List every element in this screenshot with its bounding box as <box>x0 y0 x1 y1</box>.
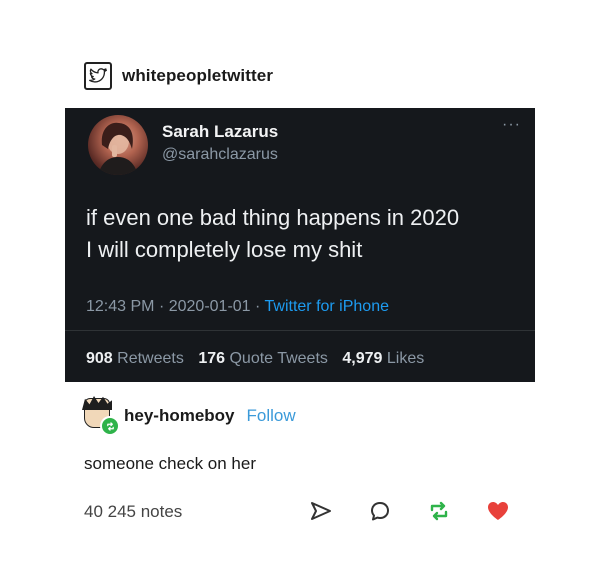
tweet-meta: 12:43 PM · 2020-01-01 · Twitter for iPho… <box>86 298 389 316</box>
tweet-text: if even one bad thing happens in 2020 I … <box>86 202 526 266</box>
retweets-stat[interactable]: 908 Retweets <box>86 350 188 367</box>
tweet-avatar[interactable] <box>88 115 148 175</box>
post-actions <box>308 498 511 524</box>
tweet-display-name[interactable]: Sarah Lazarus <box>162 122 278 142</box>
share-icon[interactable] <box>308 498 334 524</box>
tweet-handle[interactable]: @sarahclazarus <box>162 146 278 164</box>
reply-blog-name[interactable]: hey-homeboy <box>124 406 235 426</box>
retweets-count: 908 <box>86 350 113 367</box>
likes-count: 4,979 <box>342 350 383 367</box>
embedded-tweet: Sarah Lazarus @sarahclazarus ··· if even… <box>65 108 535 382</box>
meta-separator: · <box>158 298 165 315</box>
quote-tweets-stat[interactable]: 176 Quote Tweets <box>198 350 332 367</box>
tweet-text-line: I will completely lose my shit <box>86 237 363 262</box>
more-options-icon[interactable]: ··· <box>502 116 521 134</box>
follow-button[interactable]: Follow <box>247 406 296 426</box>
reply-body: someone check on her <box>84 454 256 473</box>
tweet-time: 12:43 PM <box>86 298 155 315</box>
reply-avatar[interactable] <box>82 396 120 436</box>
reblog-blog-name[interactable]: whitepeopletwitter <box>122 66 273 86</box>
tweet-text-line: if even one bad thing happens in 2020 <box>86 205 460 230</box>
like-icon[interactable] <box>485 498 511 524</box>
tweet-date[interactable]: 2020-01-01 <box>169 298 251 315</box>
likes-stat[interactable]: 4,979 Likes <box>342 350 424 367</box>
reblog-icon[interactable] <box>426 498 452 524</box>
quote-tweets-count: 176 <box>198 350 226 367</box>
reblog-header: whitepeopletwitter <box>84 62 273 90</box>
twitter-bird-icon <box>84 62 112 90</box>
quote-tweets-label: Quote Tweets <box>229 350 328 367</box>
reply-header: hey-homeboy Follow <box>82 396 296 436</box>
meta-separator: · <box>255 298 261 315</box>
tweet-source-link[interactable]: Twitter for iPhone <box>265 298 390 315</box>
divider <box>65 330 535 331</box>
notes-count[interactable]: 40 245 notes <box>84 502 182 522</box>
reblog-badge-icon <box>100 416 120 436</box>
tweet-stats: 908 Retweets 176 Quote Tweets 4,979 Like… <box>86 350 434 368</box>
retweets-label: Retweets <box>117 350 184 367</box>
reply-icon[interactable] <box>367 498 393 524</box>
likes-label: Likes <box>386 350 425 367</box>
